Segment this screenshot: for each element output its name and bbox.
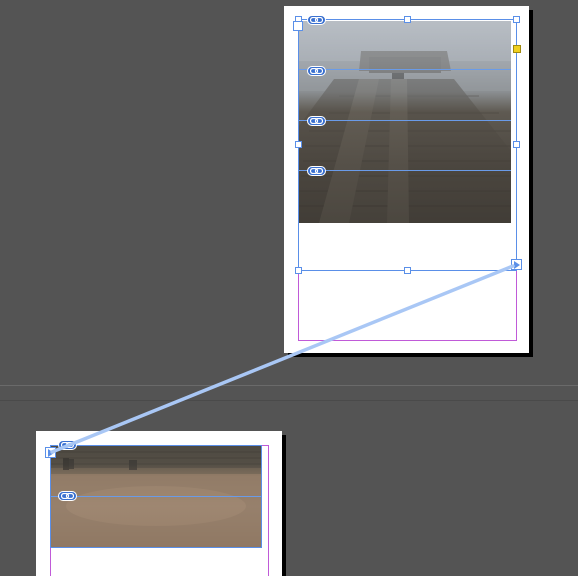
resize-handle-middle-left[interactable] [295, 141, 302, 148]
resize-handle-bottom-left[interactable] [295, 267, 302, 274]
image-frame-top[interactable] [298, 19, 517, 271]
resize-handle-top-center[interactable] [404, 16, 411, 23]
chain-link-icon[interactable] [307, 15, 326, 25]
chain-link-icon[interactable] [307, 166, 326, 176]
resize-handle-middle-right[interactable] [513, 141, 520, 148]
chain-link-icon[interactable] [58, 440, 77, 450]
chain-link-icon[interactable] [307, 116, 326, 126]
pasteboard[interactable] [0, 0, 578, 576]
spread-separator-top [0, 385, 578, 386]
spread-separator-bottom [0, 400, 578, 401]
guide-line [299, 120, 511, 121]
resize-handle-bottom-center[interactable] [404, 267, 411, 274]
margin-guide-top-page [298, 270, 517, 341]
threaded-out-port-icon[interactable] [511, 259, 522, 270]
content-grabber-handle[interactable] [293, 21, 303, 31]
chain-link-icon[interactable] [307, 66, 326, 76]
chain-link-icon[interactable] [58, 491, 77, 501]
threaded-in-port-icon[interactable] [45, 447, 56, 458]
live-corner-handle[interactable] [513, 45, 521, 53]
guide-line [51, 496, 261, 497]
guide-line [299, 170, 511, 171]
guide-line [299, 69, 511, 70]
resize-handle-top-right[interactable] [513, 16, 520, 23]
